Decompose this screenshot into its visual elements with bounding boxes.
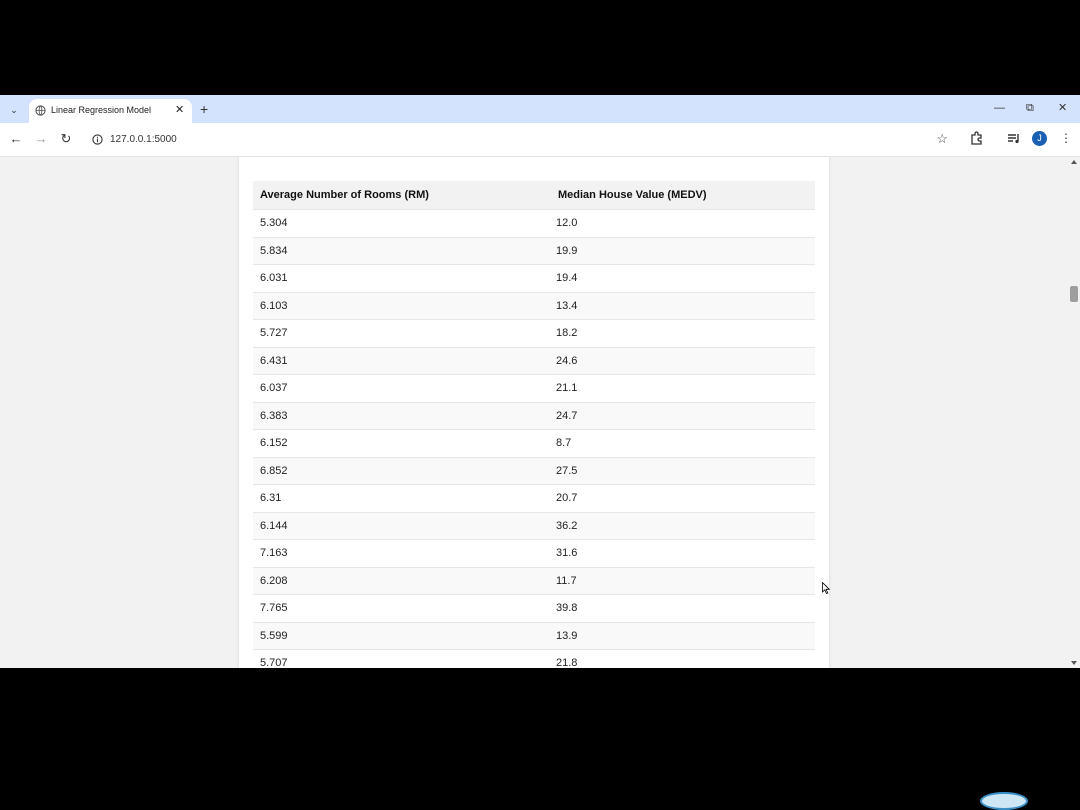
rm-cell: 6.852 [253, 456, 551, 485]
back-icon[interactable]: ← [8, 131, 24, 147]
globe-icon [35, 105, 46, 116]
table-row: 6.037 21.1 [253, 374, 815, 402]
media-queue-icon[interactable] [1005, 129, 1023, 147]
table-row: 6.383 24.7 [253, 401, 815, 430]
table-row: 5.599 13.9 [253, 621, 815, 650]
rm-cell: 5.834 [253, 236, 551, 265]
rm-cell: 7.765 [253, 594, 551, 622]
rm-cell: 6.031 [253, 264, 551, 292]
vertical-scrollbar[interactable] [1068, 157, 1080, 668]
medv-cell: 8.7 [551, 429, 815, 457]
tab-search-icon[interactable]: ⌄ [5, 102, 23, 118]
rm-cell: 7.163 [253, 539, 551, 567]
medv-cell: 31.6 [551, 539, 815, 567]
forward-icon[interactable]: → [33, 131, 49, 147]
medv-cell: 36.2 [551, 511, 815, 540]
rm-cell: 6.383 [253, 401, 551, 430]
rm-cell: 5.727 [253, 319, 551, 347]
data-table: Average Number of Rooms (RM) Median Hous… [253, 181, 815, 668]
rm-cell: 6.037 [253, 374, 551, 402]
tab-linear-regression[interactable]: Linear Regression Model ✕ [29, 99, 192, 123]
medv-cell: 13.9 [551, 621, 815, 650]
medv-cell: 13.4 [551, 291, 815, 320]
browser-window: ⌄ Linear Regression Model ✕ + — ⧉ ✕ ← → … [0, 95, 1080, 668]
rm-cell: 5.707 [253, 649, 551, 668]
table-row: 7.765 39.8 [253, 594, 815, 622]
medv-cell: 20.7 [551, 484, 815, 512]
rm-cell: 5.599 [253, 621, 551, 650]
browser-toolbar: ← → ↻ 127.0.0.1:5000 ☆ J ⋮ [0, 123, 1080, 157]
table-header-row: Average Number of Rooms (RM) Median Hous… [253, 181, 815, 210]
minimize-icon[interactable]: — [994, 100, 1005, 116]
table-row: 6.31 20.7 [253, 484, 815, 512]
medv-cell: 11.7 [551, 566, 815, 595]
close-icon[interactable]: ✕ [175, 103, 184, 117]
tab-title: Linear Regression Model [51, 105, 152, 115]
table-row: 6.144 36.2 [253, 511, 815, 540]
rm-cell: 5.304 [253, 209, 551, 237]
scrollbar-thumb[interactable] [1070, 286, 1078, 302]
reload-icon[interactable]: ↻ [58, 131, 74, 147]
url-text: 127.0.0.1:5000 [110, 134, 177, 145]
scroll-down-arrow-icon[interactable] [1071, 661, 1077, 665]
medv-cell: 12.0 [551, 209, 815, 237]
extensions-icon[interactable] [968, 129, 986, 147]
medv-cell: 24.6 [551, 346, 815, 375]
column-header-rm: Average Number of Rooms (RM) [253, 181, 551, 210]
address-bar[interactable]: 127.0.0.1:5000 ☆ [84, 127, 958, 152]
table-row: 6.852 27.5 [253, 456, 815, 485]
profile-avatar[interactable]: J [1032, 131, 1047, 146]
rm-cell: 6.431 [253, 346, 551, 375]
rm-cell: 6.144 [253, 511, 551, 540]
rm-cell: 6.31 [253, 484, 551, 512]
star-icon[interactable]: ☆ [936, 131, 948, 147]
table-row: 5.304 12.0 [253, 209, 815, 237]
info-icon[interactable] [92, 134, 103, 145]
medv-cell: 21.8 [551, 649, 815, 668]
rm-cell: 6.152 [253, 429, 551, 457]
restore-icon[interactable]: ⧉ [1026, 100, 1034, 116]
table-row: 5.707 21.8 [253, 649, 815, 668]
medv-cell: 19.4 [551, 264, 815, 292]
column-header-medv: Median House Value (MEDV) [551, 181, 815, 210]
medv-cell: 24.7 [551, 401, 815, 430]
table-row: 6.031 19.4 [253, 264, 815, 292]
table-row: 6.152 8.7 [253, 429, 815, 457]
page-viewport: Average Number of Rooms (RM) Median Hous… [0, 157, 1080, 668]
medv-cell: 18.2 [551, 319, 815, 347]
rm-cell: 6.103 [253, 291, 551, 320]
kebab-menu-icon[interactable]: ⋮ [1060, 130, 1072, 146]
table-row: 5.834 19.9 [253, 236, 815, 265]
plus-icon[interactable]: + [200, 101, 208, 117]
watermark-logo [980, 792, 1028, 810]
medv-cell: 19.9 [551, 236, 815, 265]
table-row: 5.727 18.2 [253, 319, 815, 347]
table-row: 6.431 24.6 [253, 346, 815, 375]
medv-cell: 39.8 [551, 594, 815, 622]
tab-strip: ⌄ Linear Regression Model ✕ + — ⧉ ✕ [0, 95, 1080, 123]
rm-cell: 6.208 [253, 566, 551, 595]
data-table-card: Average Number of Rooms (RM) Median Hous… [239, 157, 829, 668]
medv-cell: 27.5 [551, 456, 815, 485]
table-row: 7.163 31.6 [253, 539, 815, 567]
table-row: 6.103 13.4 [253, 291, 815, 320]
medv-cell: 21.1 [551, 374, 815, 402]
mouse-cursor-icon [822, 582, 830, 594]
scroll-up-arrow-icon[interactable] [1071, 160, 1077, 164]
table-row: 6.208 11.7 [253, 566, 815, 595]
window-close-icon[interactable]: ✕ [1058, 100, 1067, 116]
